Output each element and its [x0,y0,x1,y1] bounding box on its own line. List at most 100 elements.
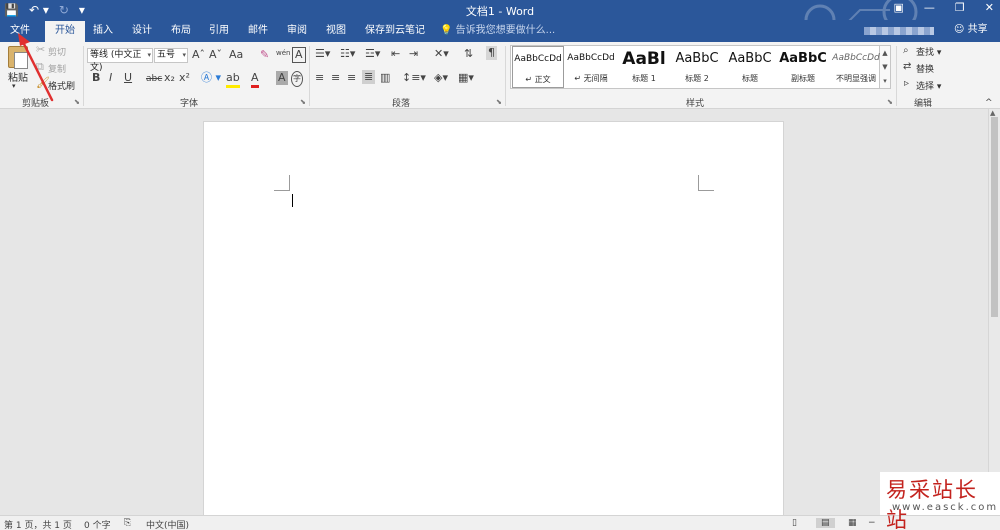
clipboard-launcher-icon[interactable]: ⬊ [74,98,80,106]
sort-icon[interactable]: ⇅ [464,47,473,61]
char-shading-button[interactable]: A [276,71,288,85]
font-launcher-icon[interactable]: ⬊ [300,98,306,106]
distributed-icon[interactable]: ▥ [380,71,390,85]
paragraph-launcher-icon[interactable]: ⬊ [496,98,502,106]
subscript-button[interactable]: x₂ [164,71,175,85]
collapse-ribbon-icon[interactable]: ^ [985,96,993,110]
paste-icon[interactable] [8,46,28,69]
align-center-icon[interactable]: ≡ [331,71,340,85]
underline-button[interactable]: U [124,71,132,85]
chevron-up-icon[interactable]: ▲ [882,49,887,57]
replace-button[interactable]: 替换 [916,62,934,75]
read-mode-icon[interactable]: ▯ [792,518,797,528]
editing-group-label: 编辑 [914,99,933,109]
align-right-icon[interactable]: ≡ [347,71,356,85]
style-normal[interactable]: AaBbCcDd ↵ 正文 [512,46,564,88]
enclose-char-button[interactable]: 字 [291,71,303,87]
group-separator [896,46,897,106]
style-subtitle[interactable]: AaBbC 副标题 [777,46,829,88]
scissors-icon: ✂ [36,43,46,56]
restore-icon[interactable]: ❐ [955,1,965,14]
tab-file[interactable]: 文件 [10,23,30,39]
tab-references[interactable]: 引用 [209,23,229,39]
tab-mailings[interactable]: 邮件 [248,23,268,39]
web-layout-icon[interactable]: ▦ [848,518,857,528]
chinese-layout-icon[interactable]: ✕▾ [434,47,449,61]
decrease-indent-icon[interactable]: ⇤ [391,47,400,61]
style-heading-1[interactable]: AaBl 标题 1 [618,46,670,88]
status-bar: 第 1 页，共 1 页 0 个字 ⎘ 中文(中国) ▯ ▤ ▦ − [0,515,1000,530]
bold-button[interactable]: B [92,71,100,85]
margin-mark-top-left [274,175,290,191]
account-name[interactable] [864,27,934,35]
print-layout-icon[interactable]: ▤ [816,518,835,528]
char-border-button[interactable]: A [292,47,306,63]
italic-button[interactable]: I [109,71,112,85]
shading-icon[interactable]: ◈▾ [434,71,448,85]
copy-button[interactable]: 复制 [48,62,66,75]
paste-button[interactable]: 粘贴 [8,69,28,84]
proofing-icon[interactable]: ⎘ [124,518,131,528]
scroll-thumb[interactable] [991,117,998,317]
font-color-button[interactable]: A [251,71,259,88]
document-page[interactable] [203,121,784,521]
phonetic-guide-button[interactable]: wén [276,46,290,60]
show-marks-icon[interactable]: ¶ [486,46,497,60]
paste-dropdown-icon[interactable]: ▾ [12,82,16,90]
more-icon[interactable]: ▾ [883,77,887,85]
text-effects-button[interactable]: Ⓐ ▾ [201,71,221,85]
site-watermark: 易采站长站 www.easck.com [880,472,1000,530]
tell-me-search[interactable]: 💡 告诉我您想要做什么... [440,23,555,39]
change-case-button[interactable]: Aa [229,48,243,62]
close-icon[interactable]: ✕ [985,1,994,14]
tab-layout[interactable]: 布局 [171,23,191,39]
grow-font-button[interactable]: Aˆ [192,48,205,62]
styles-scroll[interactable]: ▲ ▼ ▾ [880,45,891,89]
font-size-select[interactable]: 五号 ▾ [154,48,188,63]
cut-button[interactable]: 剪切 [48,45,66,58]
increase-indent-icon[interactable]: ⇥ [409,47,418,61]
numbering-icon[interactable]: ☷▾ [340,47,355,61]
group-separator [505,46,506,106]
select-button[interactable]: 选择 ▾ [916,79,941,92]
format-painter-button[interactable]: 格式刷 [48,79,75,92]
borders-icon[interactable]: ▦▾ [458,71,474,85]
zoom-out-icon[interactable]: − [868,518,876,528]
search-icon: ⌕ [903,45,909,56]
style-heading-2[interactable]: AaBbC 标题 2 [671,46,723,88]
scroll-up-icon[interactable]: ▲ [990,109,995,117]
bullets-icon[interactable]: ☰▾ [315,47,330,61]
share-button[interactable]: ☺ 共享 [954,22,988,38]
tab-design[interactable]: 设计 [132,23,152,39]
style-no-spacing[interactable]: AaBbCcDd ↵ 无间隔 [565,46,617,88]
tab-view[interactable]: 视图 [326,23,346,39]
find-button[interactable]: 查找 ▾ [916,45,941,58]
styles-launcher-icon[interactable]: ⬊ [887,98,893,106]
tab-save-cloud-note[interactable]: 保存到云笔记 [365,23,425,39]
align-left-icon[interactable]: ≡ [315,71,324,85]
tab-review[interactable]: 审阅 [287,23,307,39]
document-area [0,109,988,521]
tab-home[interactable]: 开始 [45,21,85,42]
highlight-color-button[interactable]: ab [226,71,240,88]
page-count[interactable]: 第 1 页，共 1 页 [4,518,72,530]
clear-format-icon[interactable]: ✎ [260,48,269,62]
cursor-icon: ▹ [904,78,910,89]
word-count[interactable]: 0 个字 [84,518,111,530]
font-family-select[interactable]: 等线 (中文正文) ▾ [87,48,153,73]
strikethrough-button[interactable]: abc [146,72,162,86]
group-separator [309,46,310,106]
style-subtle-emphasis[interactable]: AaBbCcDd 不明显强调 [830,46,882,88]
multilevel-list-icon[interactable]: ☲▾ [365,47,380,61]
shrink-font-button[interactable]: Aˇ [209,48,222,62]
language-status[interactable]: 中文(中国) [146,518,189,530]
copy-icon: ⧉ [36,60,44,73]
vertical-scrollbar[interactable]: ▲ [988,109,1000,515]
superscript-button[interactable]: x² [179,71,190,85]
line-spacing-icon[interactable]: ↕≡▾ [402,71,426,85]
tab-insert[interactable]: 插入 [93,23,113,39]
ribbon: 粘贴 ▾ ✂ 剪切 ⧉ 复制 🖌 格式刷 剪贴板 ⬊ 等线 (中文正文) ▾ 五号… [0,42,1000,109]
justify-icon[interactable]: ≣ [362,70,376,84]
chevron-down-icon[interactable]: ▼ [882,63,887,71]
style-title[interactable]: AaBbC 标题 [724,46,776,88]
